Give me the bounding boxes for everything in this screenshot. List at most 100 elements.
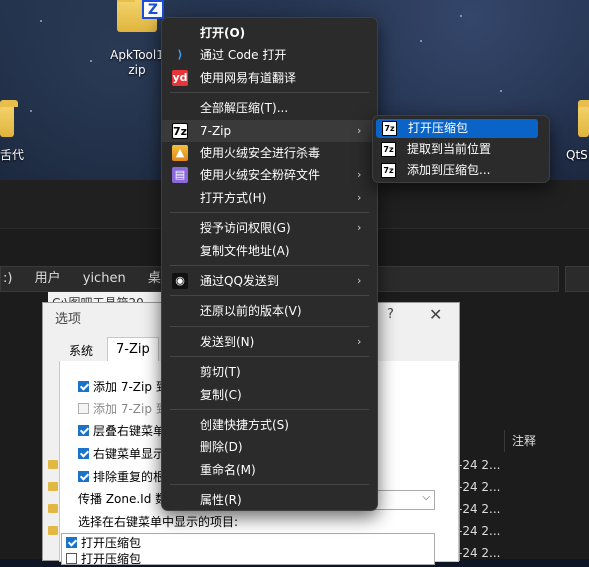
folder-icon [48,526,58,535]
context-menu: 打开(O) ⟩ 通过 Code 打开 yd 使用网易有道翻译 全部解压缩(T)... 7z 7… [161,17,378,511]
submenu-item[interactable]: 7z 添加到压缩包... [375,161,543,180]
breadcrumb-drive[interactable]: :) [3,271,12,286]
menu-item-label: 打开方式(H) [200,190,267,205]
menu-separator [170,484,369,486]
context-menu-item[interactable]: yd 使用网易有道翻译 [162,67,377,89]
submenu-item[interactable]: 7z 提取到当前位置 [375,140,543,159]
checkbox[interactable] [78,471,89,482]
chevron-down-icon: ⌵ [422,492,430,503]
date-cell: -24 2... [458,480,501,494]
7zip-icon: 7z [381,163,396,178]
submenu-item-label: 提取到当前位置 [407,142,492,156]
list-item-label: 打开压缩包 [81,536,142,550]
menu-item-label: 通过QQ发送到 [200,274,279,288]
context-menu-item[interactable]: 剪切(T) [162,361,377,383]
date-cell: -24 2... [458,458,501,472]
context-menu-item[interactable]: 复制文件地址(A) [162,240,377,262]
list-item[interactable]: 打开压缩包 [66,535,141,551]
checkbox[interactable] [66,537,77,548]
youdao-icon: yd [172,69,188,86]
chevron-right-icon: › [357,221,362,235]
desktop-item-label[interactable]: 舌代 [0,148,24,163]
menu-item-label: 使用火绒安全进行杀毒 [200,146,321,160]
submenu-7zip: 7z 打开压缩包 7z 提取到当前位置 7z 添加到压缩包... [372,115,550,183]
option-row[interactable]: 排除重复的根 [78,469,165,485]
menu-separator [170,92,369,94]
help-button[interactable]: ? [387,307,394,322]
context-menu-item[interactable]: 7z 7-Zip › [162,119,377,142]
menu-item-label: 7-Zip [200,123,232,138]
option-row[interactable]: 层叠右键菜单 [78,423,165,439]
menu-item-label: 使用网易有道翻译 [200,70,297,85]
submenu-item-label: 打开压缩包 [408,121,469,135]
chevron-right-icon: › [357,334,362,348]
context-menu-item[interactable]: 打开(O) [162,22,377,44]
option-label: 右键菜单显示 [93,447,166,461]
menu-item-label: 全部解压缩(T)... [200,101,289,116]
date-cell: -24 2... [458,546,501,560]
tab-system[interactable]: 系统 [61,341,101,361]
list-item[interactable]: 打开压缩包 [66,551,141,567]
context-menu-item[interactable]: 删除(D) [162,436,377,458]
7zip-icon: 7z [172,122,188,139]
desktop-item-name: ApkTool1 [110,48,164,62]
search-box[interactable] [565,266,589,292]
context-menu-item[interactable]: 还原以前的版本(V) [162,300,377,322]
menu-item-label: 复制文件地址(A) [200,243,290,258]
desktop-folder-icon [0,100,18,137]
menu-item-label: 剪切(T) [200,365,241,380]
menu-item-label: 打开(O) [200,26,246,40]
context-menu-item[interactable]: 属性(R) [162,489,377,511]
menu-item-label: 发送到(N) [200,334,255,349]
desktop-item-label[interactable]: ApkTool1 zip [108,48,166,78]
date-cell: -24 2... [458,502,501,516]
menu-separator [170,295,369,297]
menu-item-label: 还原以前的版本(V) [200,304,302,319]
menu-separator [170,356,369,358]
desktop-folder-icon [578,100,589,137]
menu-item-label: 复制(C) [200,387,242,402]
checkbox[interactable] [78,381,89,392]
breadcrumb-user[interactable]: yichen [83,271,126,286]
chevron-right-icon: › [357,274,362,287]
desktop-item-label[interactable]: QtS [566,148,588,163]
close-button[interactable]: ✕ [429,305,442,324]
dialog-title: 选项 [55,312,82,327]
column-header[interactable] [458,430,505,452]
context-menu-item[interactable]: ▲ 使用火绒安全进行杀毒 [162,142,377,164]
chevron-right-icon: › [357,123,362,137]
menu-item-label: 授予访问权限(G) [200,221,291,236]
7zip-icon: 7z [381,142,396,157]
context-menu-item[interactable]: ◉ 通过QQ发送到 › [162,270,377,292]
column-header-note[interactable]: 注释 [510,430,536,452]
folder-icon [48,504,58,513]
explorer-file-list: 注释 -24 2... -24 2... -24 2... -24 2... -… [458,430,589,560]
checkbox[interactable] [78,448,89,459]
menu-separator [170,212,369,214]
shredder-icon: ▤ [172,167,188,184]
context-menu-item[interactable]: 打开方式(H) › [162,187,377,209]
7zip-icon: 7z [382,121,397,136]
list-label: 选择在右键菜单中显示的项目: [78,515,239,529]
qq-icon: ◉ [172,273,188,289]
checkbox[interactable] [78,425,89,436]
context-menu-item[interactable]: 复制(C) [162,384,377,406]
menu-item-label: 通过 Code 打开 [200,48,287,63]
context-menu-item[interactable]: ▤ 使用火绒安全粉碎文件 › [162,164,377,186]
option-row[interactable]: 右键菜单显示 [78,446,165,462]
menu-separator [170,409,369,410]
vscode-icon: ⟩ [177,48,183,62]
menu-item-label: 删除(D) [200,440,243,455]
context-menu-item[interactable]: 授予访问权限(G) › [162,217,377,239]
context-menu-item[interactable]: 重命名(M) [162,459,377,481]
context-items-list[interactable]: 打开压缩包 打开压缩包 [61,533,435,567]
context-menu-item[interactable]: 发送到(N) › [162,331,377,353]
option-label: 层叠右键菜单 [93,424,166,438]
submenu-item[interactable]: 7z 打开压缩包 [376,119,538,138]
context-menu-item[interactable]: 全部解压缩(T)... [162,97,377,119]
folder-icon [48,482,58,491]
tab-7zip[interactable]: 7-Zip [107,337,159,362]
context-menu-item[interactable]: ⟩ 通过 Code 打开 [162,44,377,66]
breadcrumb-users[interactable]: 用户 [35,271,61,286]
context-menu-item[interactable]: 创建快捷方式(S) [162,414,377,436]
